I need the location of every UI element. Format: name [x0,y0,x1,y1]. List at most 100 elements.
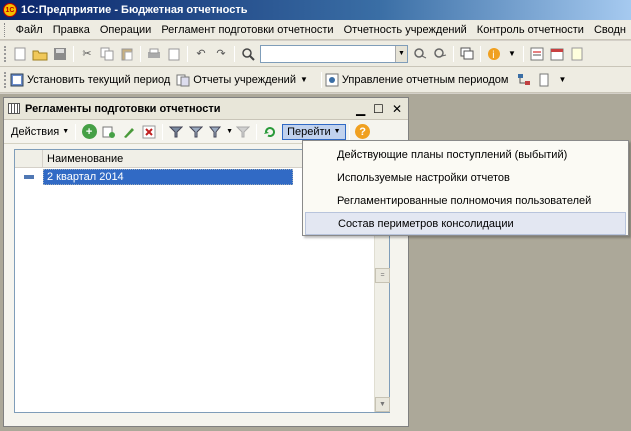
redo-icon[interactable]: ↷ [212,45,230,63]
period-icon [10,73,24,87]
cut-icon[interactable]: ✂ [78,45,96,63]
toolbar-separator [320,71,322,88]
dropdown-arrow-icon[interactable]: ▼ [508,49,516,58]
app-icon: 1С [3,3,17,17]
toolbar-separator [75,123,77,140]
document-icon[interactable] [535,71,553,89]
period-management-label: Управление отчетным периодом [341,73,509,86]
header-marker-cell [15,150,43,167]
toolbar-separator [73,45,74,62]
filter-by-value-icon[interactable] [187,123,205,141]
chevron-down-icon: ▼ [62,128,70,135]
toolbar-separator [348,123,350,140]
period-management-button[interactable]: Управление отчетным периодом [325,73,509,87]
find-prev-icon[interactable] [431,45,449,63]
notes-icon[interactable] [568,45,586,63]
menu-file[interactable]: Файл [11,24,48,36]
row-marker [15,175,43,179]
toolbar-separator [234,45,235,62]
window-title: 1С:Предприятие - Бюджетная отчетность [21,4,248,16]
title-bar: 1С 1С:Предприятие - Бюджетная отчетность [0,0,631,20]
scroll-thumb[interactable]: = [375,268,390,283]
set-period-label: Установить текущий период [27,73,171,86]
toolbar-separator [480,45,481,62]
institution-reports-label: Отчеты учреждений [193,73,296,86]
goto-button[interactable]: Перейти ▼ [282,123,346,140]
search-combo[interactable]: ▼ [260,44,408,63]
maximize-icon[interactable]: ☐ [373,102,384,116]
toolbar-separator [140,45,141,62]
chevron-down-icon[interactable]: ▼ [226,128,233,135]
calculator-icon[interactable] [528,45,546,63]
chevron-down-icon: ▼ [333,128,341,135]
undo-icon[interactable]: ↶ [192,45,210,63]
search-icon[interactable] [239,45,257,63]
windows-icon[interactable] [458,45,476,63]
actions-button[interactable]: Действия ▼ [8,126,72,138]
actions-label: Действия [11,125,60,138]
dropdown-arrow-icon[interactable]: ▼ [300,75,308,84]
toolbar-grip [4,71,7,88]
delete-icon[interactable] [140,123,158,141]
close-icon[interactable]: ✕ [392,102,402,116]
find-next-icon[interactable] [411,45,429,63]
add-icon[interactable]: + [80,123,98,141]
reports-icon [176,73,190,87]
menu-report-control[interactable]: Контроль отчетности [472,24,589,36]
menu-reglament[interactable]: Регламент подготовки отчетности [156,24,338,36]
toolbar-grip [4,45,7,62]
new-document-icon[interactable] [11,45,29,63]
save-icon[interactable] [51,45,69,63]
menu-bar: Файл Правка Операции Регламент подготовк… [0,20,631,40]
clear-filter-icon[interactable] [234,123,252,141]
toolbar-separator [187,45,188,62]
filter-icon[interactable] [167,123,185,141]
period-management-icon [325,73,339,87]
print-preview-icon[interactable] [165,45,183,63]
menu-item-report-settings[interactable]: Используемые настройки отчетов [303,166,628,189]
calendar-icon[interactable] [548,45,566,63]
toolbar-separator [162,123,164,140]
print-icon[interactable] [145,45,163,63]
child-title-bar: Регламенты подготовки отчетности ▁ ☐ ✕ [4,98,408,120]
menu-grip [4,22,7,37]
open-folder-icon[interactable] [31,45,49,63]
reports-toolbar: Установить текущий период Отчеты учрежде… [0,67,631,93]
toolbar-separator [256,123,258,140]
menu-item-user-permissions[interactable]: Регламентированные полномочия пользовате… [303,189,628,212]
goto-dropdown-menu: Действующие планы поступлений (выбытий) … [302,140,629,236]
standard-toolbar: ✂ ↶ ↷ ▼ i ▼ [0,41,631,67]
info-icon[interactable]: i [485,45,503,63]
set-period-button[interactable]: Установить текущий период [10,73,170,87]
refresh-icon[interactable] [261,123,279,141]
paste-icon[interactable] [118,45,136,63]
dropdown-arrow-icon[interactable]: ▼ [558,75,566,84]
column-name-label: Наименование [47,152,124,165]
row-state-icon [24,175,34,179]
toolbar-separator [453,45,454,62]
child-title: Регламенты подготовки отчетности [25,102,221,115]
svg-text:i: i [492,50,495,61]
menu-item-income-plans[interactable]: Действующие планы поступлений (выбытий) [303,143,628,166]
menu-consolidated[interactable]: Сводн [589,24,631,36]
menu-edit[interactable]: Правка [48,24,95,36]
row-name-cell[interactable]: 2 квартал 2014 [43,169,293,185]
scroll-down-icon[interactable]: ▼ [375,397,390,412]
edit-icon[interactable] [120,123,138,141]
help-icon[interactable]: ? [354,123,372,141]
toolbar-separator [522,45,524,62]
tree-icon[interactable] [515,71,533,89]
column-name-header[interactable]: Наименование ▲ [43,150,315,167]
goto-label: Перейти [287,125,331,138]
filter-history-icon[interactable] [207,123,225,141]
minimize-icon[interactable]: ▁ [356,102,365,116]
copy-icon[interactable] [98,45,116,63]
menu-item-consolidation-perimeters[interactable]: Состав периметров консолидации [305,212,626,235]
menu-institutions-reports[interactable]: Отчетность учреждений [339,24,472,36]
copy-item-icon[interactable] [100,123,118,141]
chevron-down-icon[interactable]: ▼ [395,45,407,62]
institution-reports-button[interactable]: Отчеты учреждений ▼ [176,73,312,87]
menu-operations[interactable]: Операции [95,24,156,36]
window-controls: ▁ ☐ ✕ [356,102,408,116]
list-window-icon [8,103,20,114]
